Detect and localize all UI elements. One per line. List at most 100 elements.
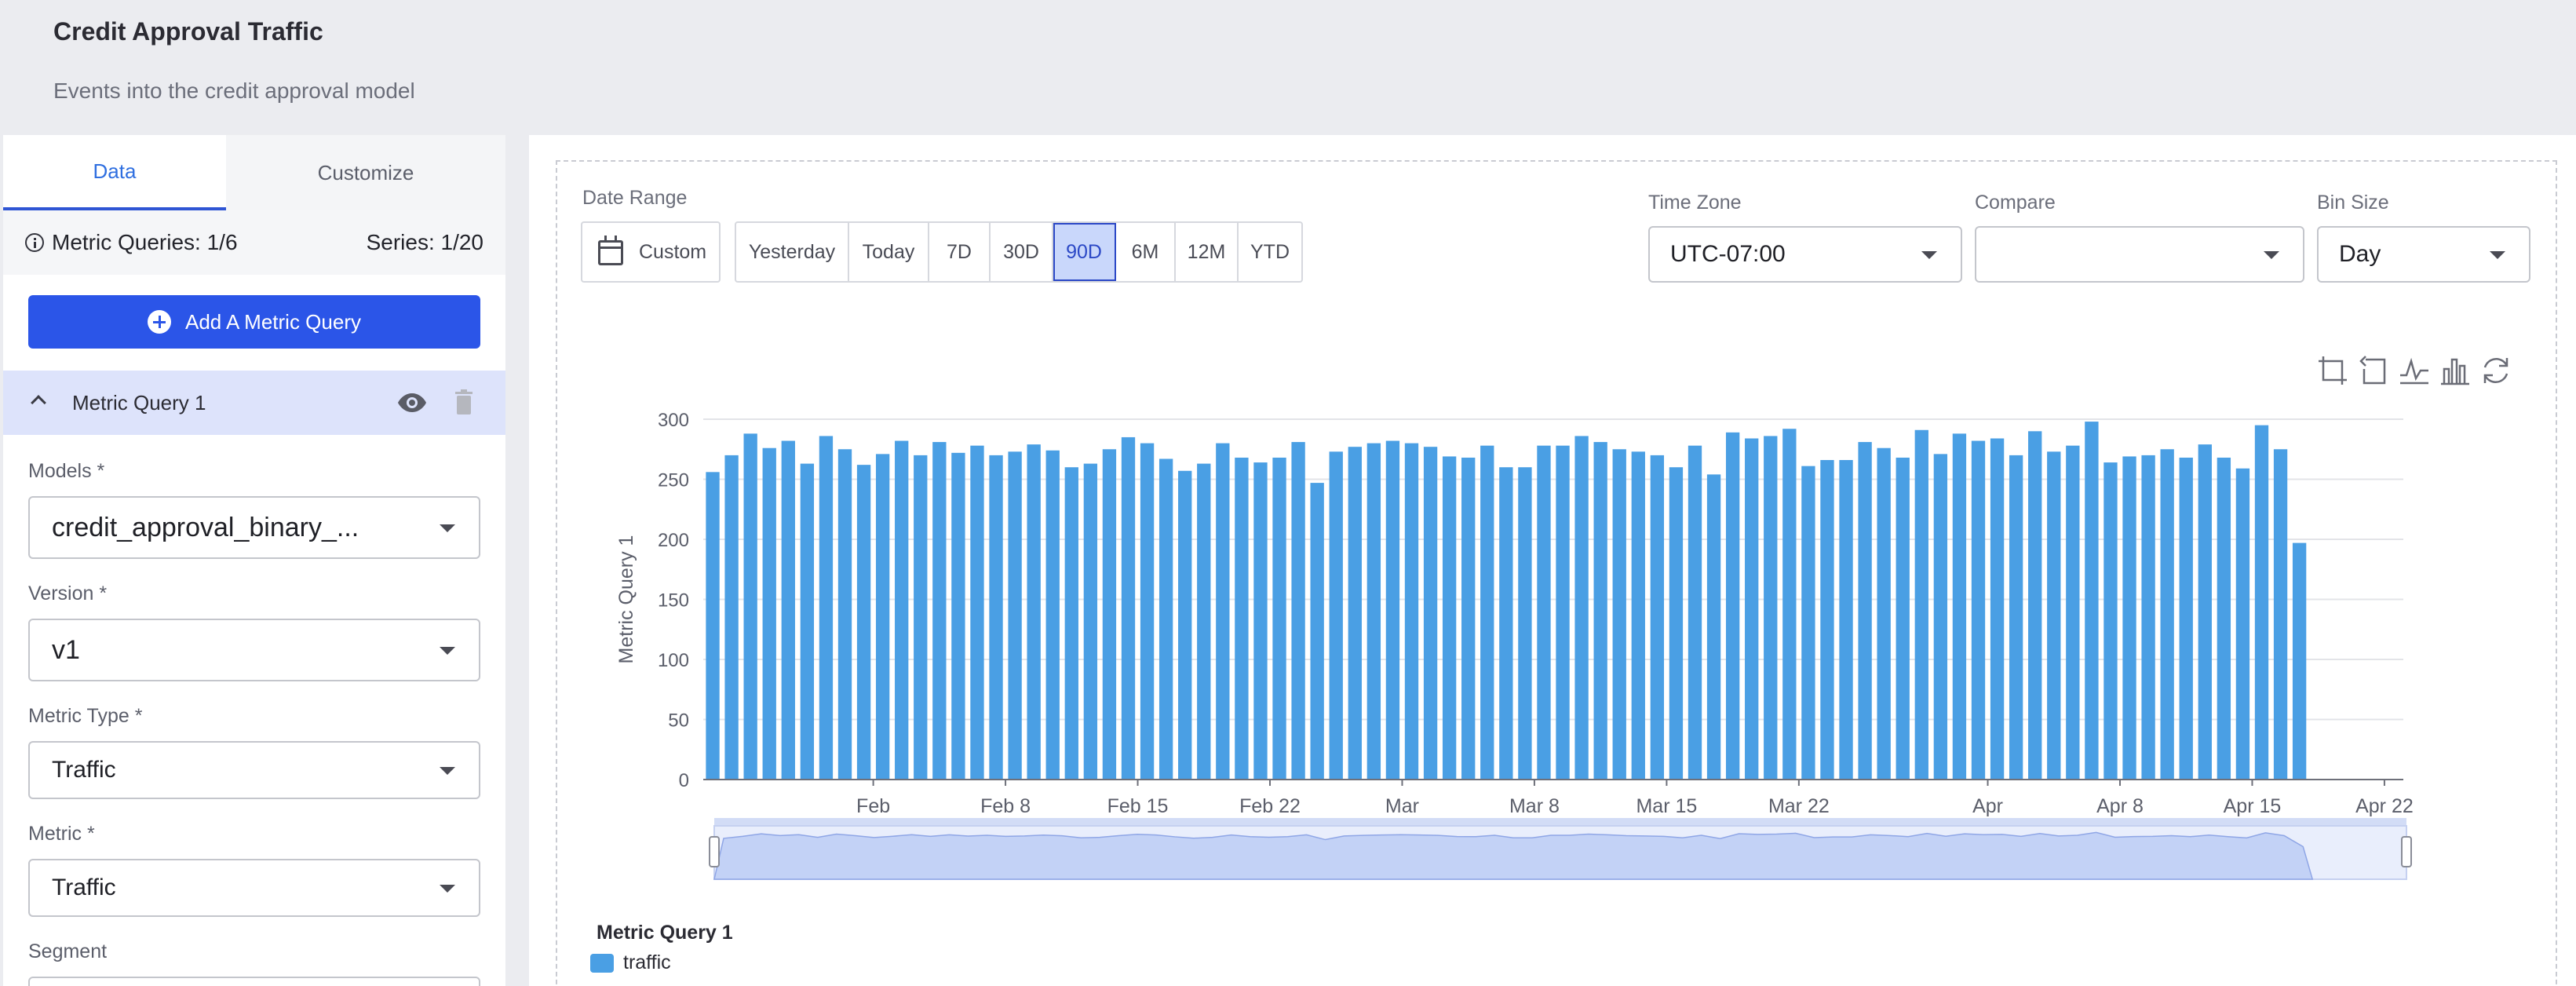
traffic-bar-chart: 0 50 100 150 200 250 300 Metric Query 1 Feb Feb 8… (615, 410, 2414, 880)
bar (1178, 470, 1192, 780)
chart-panel: Date Range Custom Yesterday Today 7D 30D… (529, 135, 2576, 986)
bar (1480, 445, 1494, 780)
bar (1064, 467, 1078, 780)
x-tick-label: Apr 8 (2096, 795, 2144, 817)
bar (1631, 451, 1645, 780)
segment-select[interactable] (28, 977, 480, 986)
bar (2292, 542, 2307, 780)
add-metric-query-button[interactable]: Add A Metric Query (28, 295, 480, 349)
bar (1764, 436, 1778, 780)
bar (2235, 468, 2250, 780)
bar (724, 455, 739, 780)
bar (1574, 436, 1589, 780)
legend-title: Metric Query 1 (597, 922, 733, 944)
y-tick-label: 0 (679, 770, 689, 791)
bar (2217, 457, 2231, 780)
bar (856, 465, 871, 780)
metric-label: Metric * (28, 823, 95, 845)
bar (1952, 433, 1967, 780)
metric-value: Traffic (52, 875, 116, 900)
bar (1329, 451, 1343, 780)
bar (1310, 483, 1324, 780)
info-icon (25, 233, 44, 252)
bar (819, 436, 834, 780)
bar (706, 472, 720, 780)
bar (1461, 457, 1476, 780)
bar (932, 442, 947, 780)
bar (2141, 455, 2155, 780)
bar (2085, 422, 2099, 780)
bar (1537, 445, 1551, 780)
bar (743, 433, 757, 780)
bar (1990, 438, 2005, 780)
eye-icon[interactable] (397, 393, 427, 413)
bar (1593, 442, 1607, 780)
metric-queries-count: Metric Queries: 1/6 (25, 230, 238, 255)
bar (1235, 457, 1249, 780)
caret-down-icon (440, 524, 455, 532)
bar (1385, 440, 1400, 780)
bar (1197, 463, 1211, 780)
bar (2009, 455, 2023, 780)
brush-silhouette (713, 831, 2314, 880)
version-label: Version * (28, 582, 108, 604)
metric-query-header[interactable]: Metric Query 1 (3, 371, 505, 435)
bar (1366, 443, 1381, 780)
x-tick-label: Feb 22 (1239, 795, 1301, 817)
bar (1008, 451, 1022, 780)
bar (2273, 449, 2288, 780)
tab-data[interactable]: Data (3, 135, 226, 210)
bar (1499, 467, 1513, 780)
version-value: v1 (52, 634, 80, 665)
trash-icon[interactable] (455, 389, 473, 414)
brush-handle-left[interactable] (709, 836, 720, 867)
bar (1933, 454, 1948, 780)
bar (1820, 460, 1834, 780)
bar (1782, 429, 1797, 780)
bar (2066, 445, 2080, 780)
bar (1745, 438, 1759, 780)
bar (1518, 467, 1532, 780)
chevron-up-icon[interactable] (31, 395, 46, 411)
brush-handle-right[interactable] (2401, 836, 2412, 867)
bar (1650, 455, 1665, 780)
legend-item-traffic[interactable]: traffic (590, 951, 671, 974)
bar (781, 440, 795, 780)
bar (1272, 457, 1286, 780)
brush-top-bar (714, 818, 2406, 826)
panel-tabs: Data Customize (3, 135, 505, 210)
bar (1706, 474, 1721, 780)
x-tick-label: Apr 15 (2224, 795, 2282, 817)
bar (2254, 425, 2269, 780)
metric-select[interactable]: Traffic (28, 859, 480, 917)
bar (1027, 444, 1041, 780)
bar (1442, 456, 1457, 780)
metric-query-title: Metric Query 1 (72, 390, 206, 414)
metric-type-select[interactable]: Traffic (28, 741, 480, 799)
metric-type-value: Traffic (52, 757, 116, 783)
tab-customize[interactable]: Customize (226, 135, 505, 210)
bar (1688, 445, 1702, 780)
bar (1839, 460, 1853, 780)
models-select[interactable]: credit_approval_binary_... (28, 496, 480, 559)
bar (1858, 442, 1872, 780)
bar (951, 452, 965, 780)
page-subtitle: Events into the credit approval model (53, 79, 415, 103)
segment-label: Segment (28, 940, 108, 962)
bar (1612, 449, 1626, 780)
bar (1914, 429, 1928, 780)
y-tick-label: 150 (658, 590, 689, 612)
caret-down-icon (440, 647, 455, 655)
bar (1669, 467, 1684, 780)
y-tick-label: 250 (658, 470, 689, 491)
bar (1158, 458, 1173, 780)
bar (1102, 449, 1117, 780)
bar (837, 449, 852, 780)
bar (895, 440, 909, 780)
caret-down-icon (440, 767, 455, 775)
bar (1725, 432, 1740, 780)
bar (1045, 450, 1060, 780)
version-select[interactable]: v1 (28, 619, 480, 681)
plus-circle-icon (148, 310, 171, 334)
bar (875, 454, 890, 780)
